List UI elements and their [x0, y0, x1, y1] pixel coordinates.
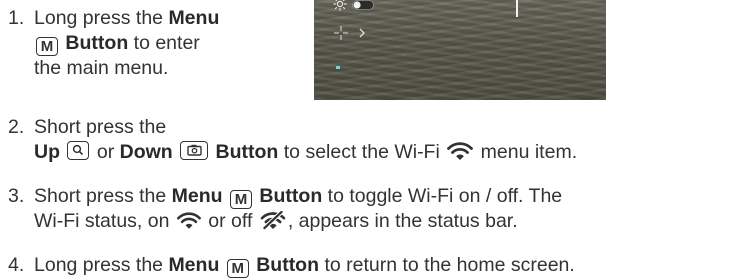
brightness-icon: [333, 0, 347, 11]
wifi-off-icon: [260, 211, 286, 230]
toggle-switch-icon: [352, 0, 374, 10]
cursor-bar: [516, 0, 518, 17]
step-text: Short press the Up or Down Button to sel…: [34, 116, 578, 163]
step-number: 1.: [8, 7, 25, 29]
indicator-dot-icon: [336, 66, 340, 69]
crosshair-icon: [334, 26, 348, 40]
camera-key-icon: [180, 141, 209, 160]
chevron-right-icon: [359, 28, 365, 38]
step-text: Short press the Menu M Button to toggle …: [34, 185, 563, 232]
menu-key-icon: M: [226, 259, 249, 278]
device-screen-thumbnail: [314, 0, 606, 100]
menu-key-icon: M: [36, 37, 58, 56]
step-text: Long press the Menu M Button to enter th…: [34, 7, 220, 79]
wifi-icon: [447, 142, 474, 160]
step-number: 3.: [8, 185, 25, 207]
menu-key-icon: M: [230, 190, 252, 209]
step-text: Long press the Menu M Button to return t…: [34, 254, 575, 278]
step-number: 4.: [8, 254, 25, 276]
wifi-icon: [176, 212, 201, 229]
step-number: 2.: [8, 116, 25, 138]
magnifier-key-icon: [67, 141, 90, 160]
